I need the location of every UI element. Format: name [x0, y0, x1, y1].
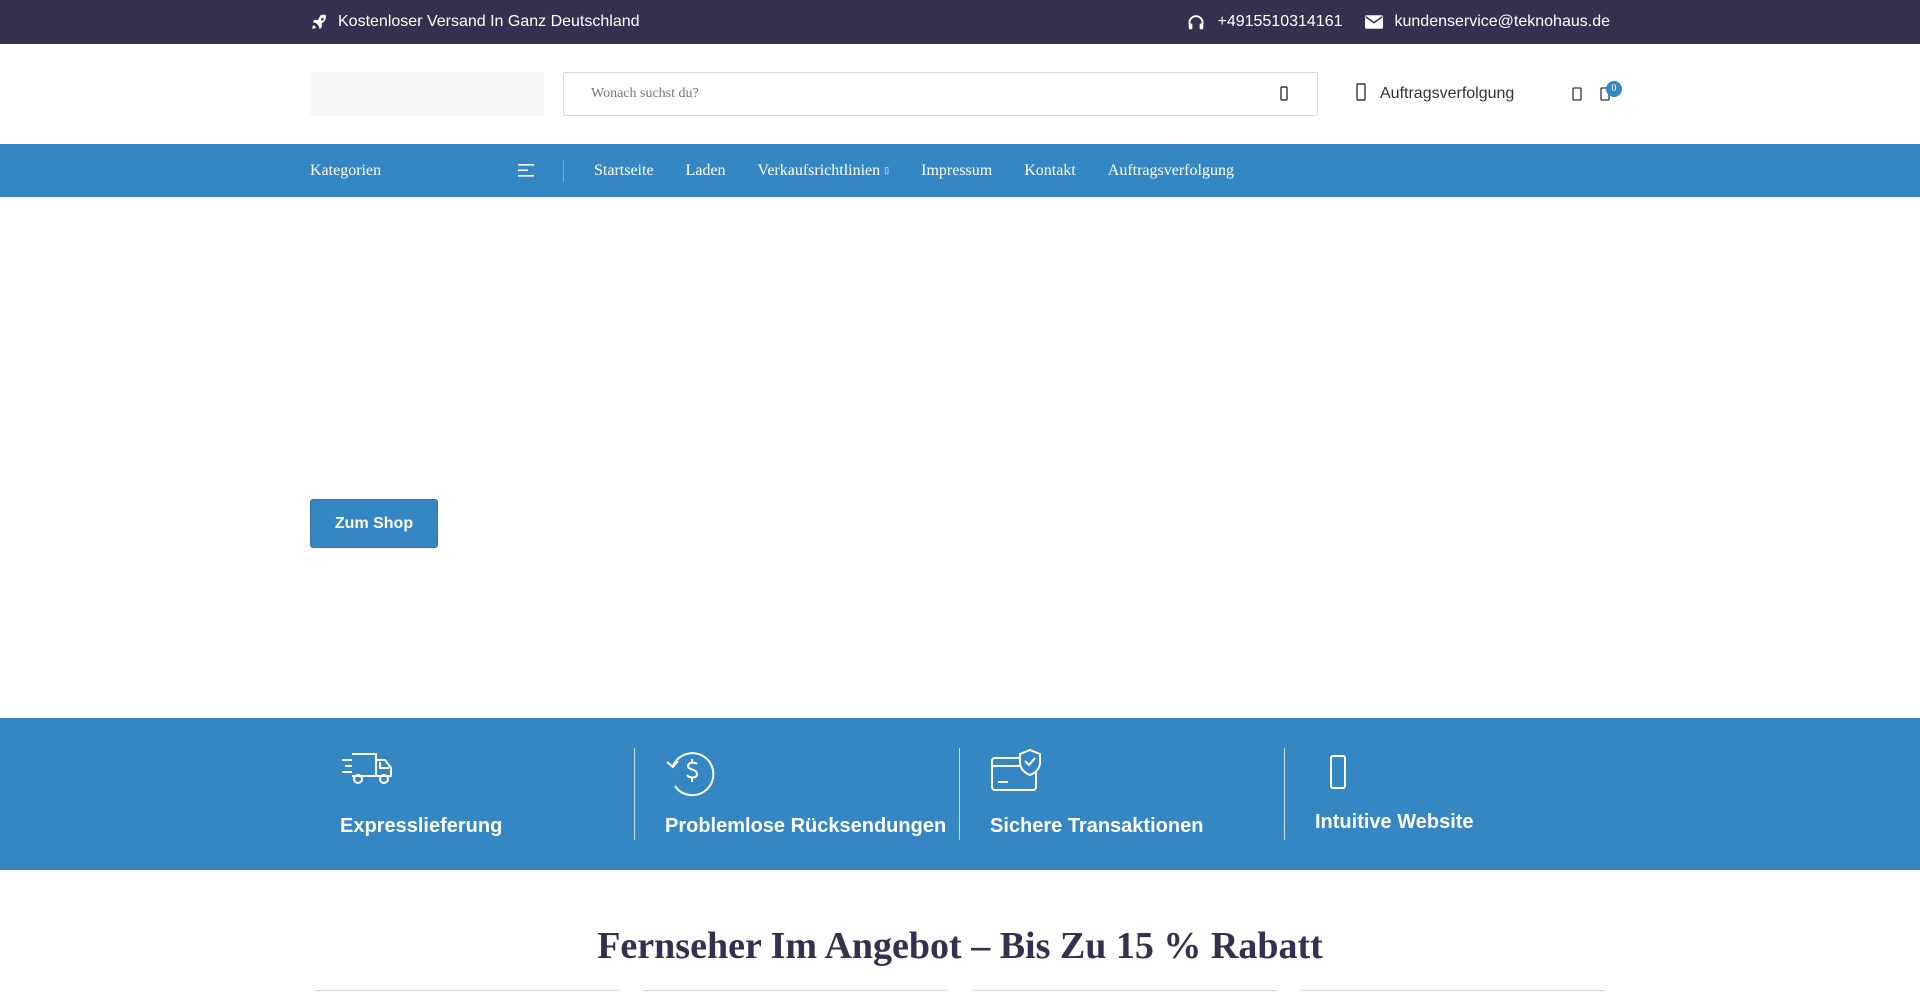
section-title: Fernseher Im Angebot – Bis Zu 15 % Rabat… [597, 925, 1323, 967]
search-icon[interactable] [1275, 85, 1293, 103]
truck-icon [340, 748, 396, 793]
menu-icon[interactable] [518, 164, 534, 177]
nav-menu: Startseite Laden Verkaufsrichtlinien ▯ I… [594, 144, 1234, 197]
nav-divider [563, 160, 564, 182]
device-icon [1329, 754, 1347, 795]
nav-item-verkaufsrichtlinien-label: Verkaufsrichtlinien [757, 161, 881, 179]
order-tracking-link[interactable]: Auftragsverfolgung [1356, 72, 1514, 116]
nav-item-startseite[interactable]: Startseite [594, 162, 654, 180]
nav-item-impressum[interactable]: Impressum [921, 162, 992, 180]
categories-label[interactable]: Kategorien [310, 162, 381, 180]
money-return-icon [665, 748, 717, 803]
shipping-notice: Kostenloser Versand In Ganz Deutschland [310, 0, 640, 44]
feature-express: Expresslieferung [310, 748, 634, 840]
feature-secure: Sichere Transaktionen [960, 748, 1284, 840]
wishlist-icon[interactable] [1572, 86, 1586, 102]
feature-title: Expresslieferung [340, 815, 503, 837]
site-header: Auftragsverfolgung [0, 44, 1920, 144]
feature-title: Intuitive Website [1315, 811, 1474, 833]
rocket-icon [310, 13, 328, 31]
shipping-text: Kostenloser Versand In Ganz Deutschland [338, 13, 640, 30]
hero-banner [0, 197, 1920, 718]
email-address[interactable]: kundenservice@teknohaus.de [1395, 13, 1611, 31]
secure-card-icon [990, 748, 1046, 799]
feature-title: Problemlose Rücksendungen [665, 815, 947, 837]
email-contact[interactable]: kundenservice@teknohaus.de [1364, 13, 1611, 31]
phone-number[interactable]: +4915510314161 [1217, 13, 1342, 31]
search-input[interactable] [591, 73, 1231, 115]
nav-item-verkaufsrichtlinien[interactable]: Verkaufsrichtlinien ▯ [758, 162, 890, 180]
categories-toggle[interactable]: Kategorien [310, 144, 381, 197]
main-navigation-bar: Kategorien Startseite Laden Verkaufsrich… [0, 144, 1920, 197]
nav-item-laden[interactable]: Laden [686, 162, 726, 180]
feature-returns: Problemlose Rücksendungen [635, 748, 959, 840]
envelope-icon [1364, 15, 1383, 29]
site-logo[interactable] [310, 72, 544, 116]
headphones-icon [1187, 14, 1205, 30]
top-bar: Kostenloser Versand In Ganz Deutschland … [0, 0, 1920, 44]
tracking-label[interactable]: Auftragsverfolgung [1380, 85, 1514, 103]
search-bar [563, 72, 1318, 116]
nav-item-auftragsverfolgung[interactable]: Auftragsverfolgung [1108, 162, 1234, 180]
chevron-down-icon: ▯ [884, 165, 890, 175]
tracking-icon [1356, 82, 1366, 106]
phone-contact[interactable]: +4915510314161 [1187, 13, 1343, 31]
nav-item-kontakt[interactable]: Kontakt [1024, 162, 1076, 180]
shop-button[interactable]: Zum Shop [310, 499, 438, 548]
feature-title: Sichere Transaktionen [990, 815, 1204, 837]
feature-website: Intuitive Website [1285, 748, 1609, 840]
features-band: Expresslieferung Problemlose Rücksendung… [0, 718, 1920, 870]
cart-count-badge: 0 [1606, 81, 1622, 97]
